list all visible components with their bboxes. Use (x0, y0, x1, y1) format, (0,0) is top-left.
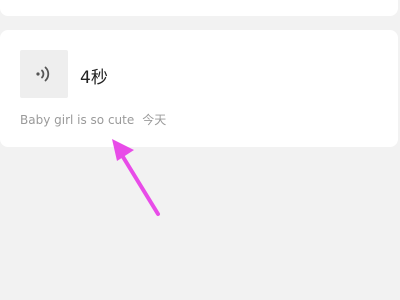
voice-message-thumbnail[interactable] (20, 50, 68, 98)
voice-wave-icon (36, 66, 50, 82)
voice-message-card[interactable]: 4秒 Baby girl is so cute 今天 (0, 30, 398, 147)
voice-date: 今天 (142, 113, 167, 127)
voice-title: Baby girl is so cute (20, 113, 135, 127)
previous-card[interactable] (0, 0, 398, 16)
voice-duration: 4秒 (80, 68, 108, 88)
pointer-arrow-icon (112, 139, 160, 216)
voice-meta: Baby girl is so cute 今天 (20, 111, 166, 128)
